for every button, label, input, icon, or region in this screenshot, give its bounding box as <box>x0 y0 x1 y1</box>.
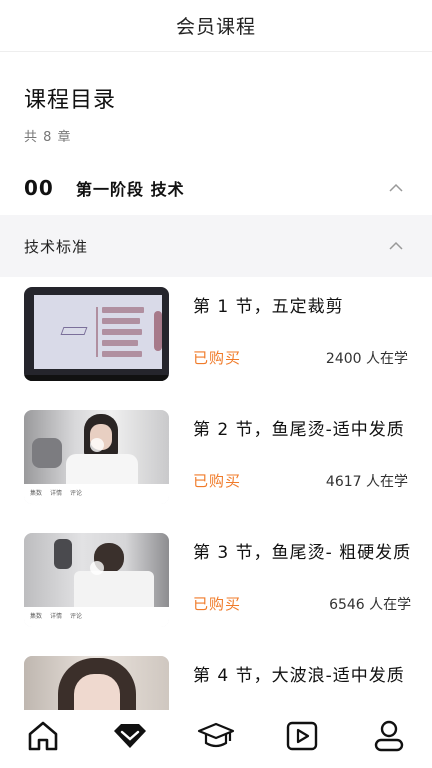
lesson-list: 第 1 节，五定裁剪 已购买 2400 人在学 集数 详情 评论 第 2 节，鱼… <box>0 287 432 768</box>
tab-videos[interactable] <box>280 714 324 758</box>
thumb-tab: 详情 <box>50 490 63 497</box>
thumb-tab: 评论 <box>70 490 83 497</box>
page-title: 会员课程 <box>175 16 256 38</box>
thumb-tab: 集数 <box>30 613 43 620</box>
profile-icon <box>374 720 403 752</box>
catalog-header: 课程目录 共 8 章 <box>0 52 432 145</box>
thumb-tab: 评论 <box>70 613 83 620</box>
lesson-title: 第 3 节，鱼尾烫- 粗硬发质 <box>193 543 412 563</box>
learner-count: 6546 人在学 <box>329 596 412 613</box>
section-name: 技术标准 <box>24 237 89 256</box>
purchase-status: 已购买 <box>193 595 242 613</box>
lesson-thumbnail: 集数 详情 评论 <box>24 533 169 627</box>
thumb-tab: 集数 <box>30 490 43 497</box>
lesson-title: 第 4 节，大波浪-适中发质 <box>193 666 405 686</box>
video-play-icon <box>287 721 318 751</box>
bottom-tab-bar <box>0 710 432 768</box>
purchase-status: 已购买 <box>193 349 242 367</box>
tab-home[interactable] <box>21 714 65 758</box>
purchase-status: 已购买 <box>193 472 242 490</box>
lesson-title: 第 1 节，五定裁剪 <box>193 297 344 317</box>
learner-count: 4617 人在学 <box>325 473 408 490</box>
lesson-item[interactable]: 集数 详情 评论 第 3 节，鱼尾烫- 粗硬发质 已购买 6546 人在学 <box>0 533 432 656</box>
tab-vip[interactable] <box>108 714 152 758</box>
tab-profile[interactable] <box>367 714 411 758</box>
graduation-cap-icon <box>197 722 235 748</box>
lesson-thumbnail: 集数 详情 评论 <box>24 410 169 504</box>
chevron-up-icon[interactable] <box>384 176 408 200</box>
lesson-thumbnail <box>24 287 169 381</box>
vip-diamond-icon <box>113 724 146 748</box>
stage-number: 00 <box>24 176 54 200</box>
thumb-tab: 详情 <box>50 613 63 620</box>
learner-count: 2400 人在学 <box>325 350 408 367</box>
lesson-title: 第 2 节，鱼尾烫-适中发质 <box>193 420 405 440</box>
lesson-item[interactable]: 集数 详情 评论 第 2 节，鱼尾烫-适中发质 已购买 4617 人在学 <box>0 410 432 533</box>
chapter-count: 共 8 章 <box>24 130 72 145</box>
lesson-item[interactable]: 第 1 节，五定裁剪 已购买 2400 人在学 <box>0 287 432 410</box>
chevron-up-icon[interactable] <box>384 234 408 258</box>
home-icon <box>28 721 58 751</box>
stage-row[interactable]: 00 第一阶段 技术 <box>0 161 432 215</box>
tab-courses[interactable] <box>194 714 238 758</box>
top-bar: 会员课程 <box>0 0 432 52</box>
catalog-title: 课程目录 <box>24 88 117 113</box>
section-row[interactable]: 技术标准 <box>0 215 432 277</box>
stage-name: 第一阶段 技术 <box>76 180 185 199</box>
